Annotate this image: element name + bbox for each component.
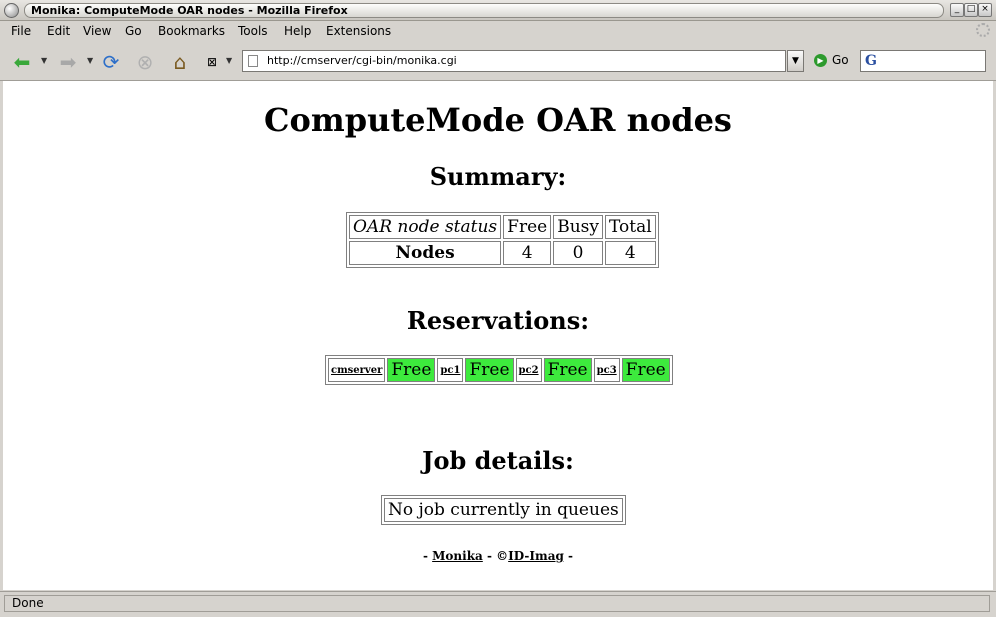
url-text[interactable]: http://cmserver/cgi-bin/monika.cgi: [267, 54, 457, 67]
node-link-pc2[interactable]: pc2: [515, 358, 542, 382]
menu-tools[interactable]: Tools: [238, 24, 268, 38]
node-link-cmserver[interactable]: cmserver: [328, 358, 386, 382]
status-bar: Done: [0, 591, 996, 617]
window-title: Monika: ComputeMode OAR nodes - Mozilla …: [31, 4, 348, 17]
reservations-row: cmserver Free pc1 Free pc2 Free pc3 Free: [328, 358, 670, 382]
google-engine-icon[interactable]: G: [865, 53, 877, 69]
throbber-icon: [976, 23, 990, 37]
forward-arrow-icon[interactable]: ➡: [55, 49, 81, 75]
stop-icon[interactable]: ⊗: [132, 49, 158, 75]
minimize-button[interactable]: _: [950, 3, 964, 17]
node-state-pc2: Free: [543, 358, 592, 382]
forward-dropdown-icon[interactable]: ▼: [87, 56, 93, 65]
menu-view[interactable]: View: [83, 24, 111, 38]
total-count: 4: [604, 241, 656, 265]
page-content: ComputeMode OAR nodes Summary: OAR node …: [3, 81, 993, 590]
menu-bar: File Edit View Go Bookmarks Tools Help E…: [0, 21, 996, 41]
summary-nodes-row: Nodes 4 0 4: [349, 241, 656, 265]
menu-go[interactable]: Go: [125, 24, 142, 38]
go-button[interactable]: ▶ Go: [814, 53, 849, 67]
node-link-pc1[interactable]: pc1: [437, 358, 464, 382]
status-header: OAR node status: [349, 215, 502, 239]
url-bar[interactable]: http://cmserver/cgi-bin/monika.cgi: [242, 50, 786, 72]
node-link-pc3[interactable]: pc3: [593, 358, 620, 382]
reservations-heading: Reservations:: [406, 306, 590, 335]
node-state-cmserver: Free: [387, 358, 436, 382]
jobs-row: No job currently in queues: [384, 498, 623, 522]
close-button[interactable]: ×: [978, 3, 992, 17]
monika-link[interactable]: Monika: [432, 549, 483, 563]
nodes-label: Nodes: [349, 241, 502, 265]
navigation-toolbar: ⬅ ▼ ➡ ▼ ⟳ ⊗ ⌂ ⊠ ▼ http://cmserver/cgi-bi…: [0, 42, 996, 81]
busy-count: 0: [553, 241, 603, 265]
go-label: Go: [832, 53, 849, 67]
summary-header-row: OAR node status Free Busy Total: [349, 215, 656, 239]
back-arrow-icon[interactable]: ⬅: [9, 49, 35, 75]
free-count: 4: [503, 241, 552, 265]
extension-icon[interactable]: ⊠: [199, 49, 225, 75]
title-bar: Monika: ComputeMode OAR nodes - Mozilla …: [0, 0, 996, 21]
title-pill: Monika: ComputeMode OAR nodes - Mozilla …: [24, 3, 944, 18]
maximize-button[interactable]: □: [964, 3, 978, 17]
menu-extensions[interactable]: Extensions: [326, 24, 391, 38]
reservations-table: cmserver Free pc1 Free pc2 Free pc3 Free: [325, 355, 673, 385]
go-icon: ▶: [814, 54, 827, 67]
footer-separator: - ©: [482, 549, 509, 563]
reload-icon[interactable]: ⟳: [98, 49, 124, 75]
home-icon[interactable]: ⌂: [167, 49, 193, 75]
node-state-pc1: Free: [465, 358, 514, 382]
menu-bookmarks[interactable]: Bookmarks: [158, 24, 225, 38]
url-history-dropdown[interactable]: ▼: [787, 50, 804, 72]
status-text: Done: [4, 595, 990, 612]
menu-help[interactable]: Help: [284, 24, 311, 38]
footer-suffix: -: [563, 549, 574, 563]
footer-prefix: -: [422, 549, 433, 563]
free-header: Free: [503, 215, 552, 239]
summary-heading: Summary:: [429, 162, 567, 191]
back-dropdown-icon[interactable]: ▼: [41, 56, 47, 65]
total-header: Total: [604, 215, 656, 239]
busy-header: Busy: [553, 215, 603, 239]
jobs-table: No job currently in queues: [381, 495, 626, 525]
page-icon: [248, 55, 258, 67]
search-box[interactable]: G: [860, 50, 986, 72]
summary-table: OAR node status Free Busy Total Nodes 4 …: [346, 212, 659, 268]
id-imag-link[interactable]: ID-Imag: [508, 549, 564, 563]
job-details-heading: Job details:: [422, 446, 574, 475]
no-jobs-message: No job currently in queues: [384, 498, 623, 522]
window-menu-icon[interactable]: [4, 3, 19, 18]
node-state-pc3: Free: [621, 358, 670, 382]
extension-dropdown-icon[interactable]: ▼: [226, 56, 232, 65]
menu-file[interactable]: File: [11, 24, 31, 38]
page-title: ComputeMode OAR nodes: [264, 101, 732, 139]
menu-edit[interactable]: Edit: [47, 24, 70, 38]
footer: - Monika - ©ID-Imag -: [3, 549, 993, 563]
